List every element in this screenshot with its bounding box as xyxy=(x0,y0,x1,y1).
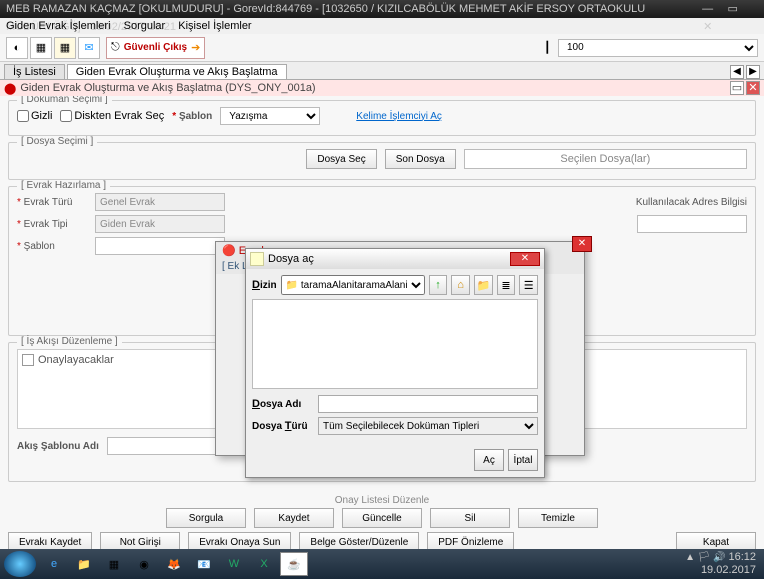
subheader: ⬤ Giden Evrak Oluşturma ve Akış Başlatma… xyxy=(0,80,764,96)
btn-newfolder-icon[interactable]: 📁 xyxy=(474,275,493,295)
menu-giden-evrak[interactable]: Giden Evrak İşlemleri xyxy=(6,20,111,32)
menubar: Giden Evrak İşlemleri Sorgular Kişisel İ… xyxy=(0,18,764,34)
btn-view-details-icon[interactable]: ☰ xyxy=(519,275,538,295)
lbl-akis-sablonu: Akış Şablonu Adı xyxy=(17,441,99,452)
main-area: [ Doküman Seçimi ] Gizli Diskten Evrak S… xyxy=(0,96,764,556)
taskbar-word-icon[interactable]: W xyxy=(220,552,248,576)
lbl-dizin: Dizin xyxy=(252,279,277,291)
menu-sorgular[interactable]: Sorgular xyxy=(124,20,166,32)
input-adres[interactable] xyxy=(637,215,747,233)
fieldset-dokuman-secimi: [ Doküman Seçimi ] Gizli Diskten Evrak S… xyxy=(8,100,756,136)
btn-dosya-sec[interactable]: Dosya Seç xyxy=(306,149,376,169)
btn-son-dosya[interactable]: Son Dosya xyxy=(385,149,456,169)
onay-listesi-title: Onay Listesi Düzenle xyxy=(8,495,756,506)
system-tray[interactable]: ▲ 🏳 🔊 16:1219.02.2017 xyxy=(685,551,760,577)
subheader-close-button[interactable]: ✕ xyxy=(746,81,760,95)
lbl-evrak-turu: Evrak Türü xyxy=(17,197,87,208)
taskbar-chrome-icon[interactable]: ◉ xyxy=(130,552,158,576)
subheader-restore-button[interactable]: ▭ xyxy=(730,81,744,95)
toolbar-btn-2[interactable]: ▦ xyxy=(30,37,52,59)
taskbar-ie-icon[interactable]: e xyxy=(40,552,68,576)
taskbar-explorer-icon[interactable]: 📁 xyxy=(70,552,98,576)
lbl-sablon2: Şablon xyxy=(17,241,87,252)
btn-view-list-icon[interactable]: ≣ xyxy=(497,275,516,295)
logout-icon: ⎋ xyxy=(111,41,120,54)
folder-icon xyxy=(250,252,264,266)
zoom-slider[interactable]: ┃ xyxy=(544,41,554,54)
window-title: MEB RAMAZAN KAÇMAZ [OKULMUDURU] - GorevI… xyxy=(6,0,697,18)
taskbar-java-icon[interactable]: ☕ xyxy=(280,552,308,576)
main-toolbar: ◐ ▦ ▦ ✉ ⎋ Güvenli Çıkış ➔ ┃ 100 xyxy=(0,34,764,62)
toolbar-btn-4[interactable]: ✉ xyxy=(78,37,100,59)
subheader-title: Giden Evrak Oluşturma ve Akış Başlatma (… xyxy=(20,82,315,94)
fieldset-dosya-secimi: [ Dosya Seçimi ] Dosya Seç Son Dosya Seç… xyxy=(8,142,756,180)
close-button[interactable]: ✕ xyxy=(697,18,719,36)
warn-icon: ⬤ xyxy=(4,82,16,95)
window-controls: — ▭ ✕ xyxy=(697,0,758,18)
tabstrip: İş Listesi Giden Evrak Oluşturma ve Akış… xyxy=(0,62,764,80)
doc-icon xyxy=(22,354,34,366)
input-sablon2[interactable] xyxy=(95,237,225,255)
minimize-button[interactable]: — xyxy=(697,0,719,18)
select-dizin[interactable]: 📁 taramaAlanitaramaAlani xyxy=(281,275,425,295)
btn-kaydet[interactable]: Kaydet xyxy=(254,508,334,528)
toolbar-btn-1[interactable]: ◐ xyxy=(6,37,28,59)
lbl-adres-bilgisi: Kullanılacak Adres Bilgisi xyxy=(636,197,747,208)
select-sablon[interactable]: Yazışma xyxy=(220,107,320,125)
dialog-title: Dosya aç xyxy=(268,253,314,265)
taskbar: e 📁 ▦ ◉ 🦊 📧 W X ☕ ▲ 🏳 🔊 16:1219.02.2017 xyxy=(0,549,764,579)
lbl-dosya-turu: Dosya Türü xyxy=(252,420,312,432)
btn-sorgula[interactable]: Sorgula xyxy=(166,508,246,528)
outer-modal-close[interactable]: ✕ xyxy=(572,236,592,252)
dialog-titlebar[interactable]: Dosya aç ✕ xyxy=(246,249,544,269)
lbl-dosya-adi: Dosya Adı xyxy=(252,398,312,410)
window-titlebar: MEB RAMAZAN KAÇMAZ [OKULMUDURU] - GorevI… xyxy=(0,0,764,18)
input-evrak-tipi xyxy=(95,215,225,233)
input-dosya-adi[interactable] xyxy=(318,395,538,413)
zoom-controls: ┃ 100 xyxy=(544,39,758,57)
lbl-sablon: Şablon xyxy=(172,111,212,122)
taskbar-mail-icon[interactable]: 📧 xyxy=(190,552,218,576)
taskbar-firefox-icon[interactable]: 🦊 xyxy=(160,552,188,576)
btn-temizle[interactable]: Temizle xyxy=(518,508,598,528)
chk-diskten[interactable]: Diskten Evrak Seç xyxy=(60,110,164,122)
secilen-dosyalar-field[interactable]: Seçilen Dosya(lar) xyxy=(464,149,747,169)
maximize-button[interactable]: ▭ xyxy=(722,0,744,18)
tab-giden-evrak[interactable]: Giden Evrak Oluşturma ve Akış Başlatma xyxy=(67,64,287,79)
bottom-bar: Onay Listesi Düzenle Sorgula Kaydet Günc… xyxy=(8,495,756,552)
menu-kisisel[interactable]: Kişisel İşlemler xyxy=(178,20,251,32)
zoom-select[interactable]: 100 xyxy=(558,39,758,57)
btn-guncelle[interactable]: Güncelle xyxy=(342,508,422,528)
btn-home-icon[interactable]: ⌂ xyxy=(451,275,470,295)
logout-arrow-icon: ➔ xyxy=(191,41,200,54)
chk-gizli[interactable]: Gizli xyxy=(17,110,52,122)
dialog-close-button[interactable]: ✕ xyxy=(510,252,540,266)
tab-prev-button[interactable]: ◀ xyxy=(730,65,744,79)
logout-button[interactable]: ⎋ Güvenli Çıkış ➔ xyxy=(106,37,205,59)
lbl-evrak-tipi: Evrak Tipi xyxy=(17,219,87,230)
file-open-dialog: Dosya aç ✕ Dizin 📁 taramaAlanitaramaAlan… xyxy=(245,248,545,478)
file-list[interactable] xyxy=(252,299,538,389)
link-kelime-islemci[interactable]: Kelime İşlemciyi Aç xyxy=(356,111,442,122)
btn-ac[interactable]: Aç xyxy=(474,449,504,471)
tab-is-listesi[interactable]: İş Listesi xyxy=(4,64,65,79)
btn-iptal[interactable]: İptal xyxy=(508,449,538,471)
input-evrak-turu xyxy=(95,193,225,211)
btn-up-icon[interactable]: ↑ xyxy=(429,275,448,295)
taskbar-excel-icon[interactable]: X xyxy=(250,552,278,576)
start-button[interactable] xyxy=(4,551,36,577)
tab-next-button[interactable]: ▶ xyxy=(746,65,760,79)
btn-sil[interactable]: Sil xyxy=(430,508,510,528)
taskbar-app1-icon[interactable]: ▦ xyxy=(100,552,128,576)
toolbar-btn-3[interactable]: ▦ xyxy=(54,37,76,59)
select-dosya-turu[interactable]: Tüm Seçilebilecek Doküman Tipleri xyxy=(318,417,538,435)
